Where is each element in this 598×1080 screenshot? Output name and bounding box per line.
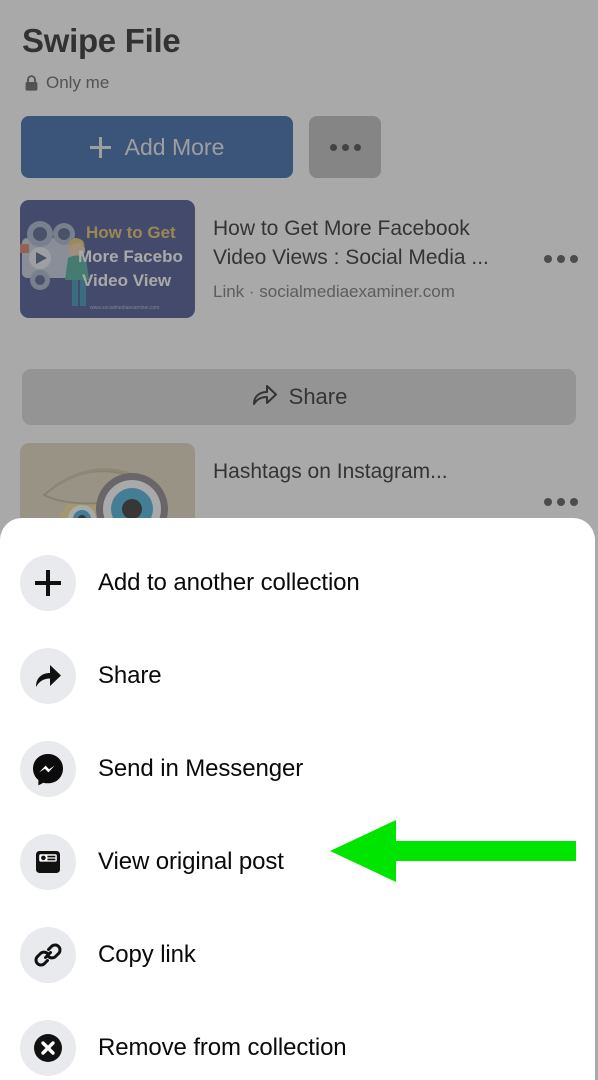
ellipsis-icon <box>544 498 552 506</box>
privacy-indicator: Only me <box>24 73 109 93</box>
share-arrow-icon <box>251 383 277 412</box>
bottom-sheet-menu: Add to another collection Share Send in … <box>0 518 595 1080</box>
link-chain-icon <box>20 926 76 983</box>
app-screen: Swipe File Only me Add More How to Get M… <box>0 0 598 1080</box>
plus-icon <box>89 136 111 158</box>
ellipsis-icon <box>557 498 565 506</box>
ellipsis-icon <box>329 143 337 151</box>
menu-item-send-in-messenger[interactable]: Send in Messenger <box>0 722 595 815</box>
share-bar-button[interactable]: Share <box>22 369 576 425</box>
svg-text:www.socialmediaexaminer.com: www.socialmediaexaminer.com <box>90 305 159 311</box>
menu-item-label: Send in Messenger <box>98 754 304 782</box>
saved-item-overflow-button[interactable] <box>544 200 578 263</box>
add-more-label: Add More <box>124 133 225 160</box>
ellipsis-icon <box>570 255 578 263</box>
saved-item-card[interactable]: How to Get More Facebo Video View www.so… <box>0 200 598 318</box>
saved-item-overflow-button[interactable] <box>544 443 578 506</box>
menu-item-label: Remove from collection <box>98 1033 347 1061</box>
collection-overflow-button[interactable] <box>309 116 381 178</box>
ellipsis-icon <box>570 498 578 506</box>
page-title: Swipe File <box>22 22 181 59</box>
ellipsis-icon <box>341 143 349 151</box>
menu-item-label: Add to another collection <box>98 568 360 596</box>
ellipsis-icon <box>557 255 565 263</box>
menu-item-label: Copy link <box>98 940 196 968</box>
menu-item-copy-link[interactable]: Copy link <box>0 908 595 1001</box>
menu-item-label: Share <box>98 661 162 689</box>
saved-item-title: How to Get More Facebook Video Views : S… <box>213 217 489 269</box>
lock-icon <box>24 74 39 92</box>
menu-item-add-to-another-collection[interactable]: Add to another collection <box>0 536 595 629</box>
plus-icon <box>20 554 76 611</box>
ellipsis-icon <box>544 255 552 263</box>
saved-item-subtitle: Link · socialmediaexaminer.com <box>213 282 455 302</box>
collection-actions: Add More <box>21 116 381 178</box>
add-more-button[interactable]: Add More <box>21 116 293 178</box>
remove-circle-icon <box>20 1019 76 1076</box>
ellipsis-icon <box>353 143 361 151</box>
privacy-label: Only me <box>46 73 110 92</box>
menu-item-label: View original post <box>98 847 284 875</box>
menu-item-share[interactable]: Share <box>0 629 595 722</box>
menu-item-view-original-post[interactable]: View original post <box>0 815 595 908</box>
menu-item-remove-from-collection[interactable]: Remove from collection <box>0 1001 595 1080</box>
share-bar-label: Share <box>288 384 348 409</box>
svg-text:Video View: Video View <box>82 271 172 290</box>
svg-text:How to Get: How to Get <box>86 223 176 242</box>
saved-item-title: Hashtags on Instagram... <box>213 460 448 483</box>
share-arrow-icon <box>20 647 76 704</box>
saved-item-thumbnail: How to Get More Facebo Video View www.so… <box>20 200 195 318</box>
menu-list: Add to another collection Share Send in … <box>0 518 595 1080</box>
svg-text:More Facebo: More Facebo <box>78 247 183 266</box>
article-icon <box>20 833 76 890</box>
messenger-icon <box>20 740 76 797</box>
